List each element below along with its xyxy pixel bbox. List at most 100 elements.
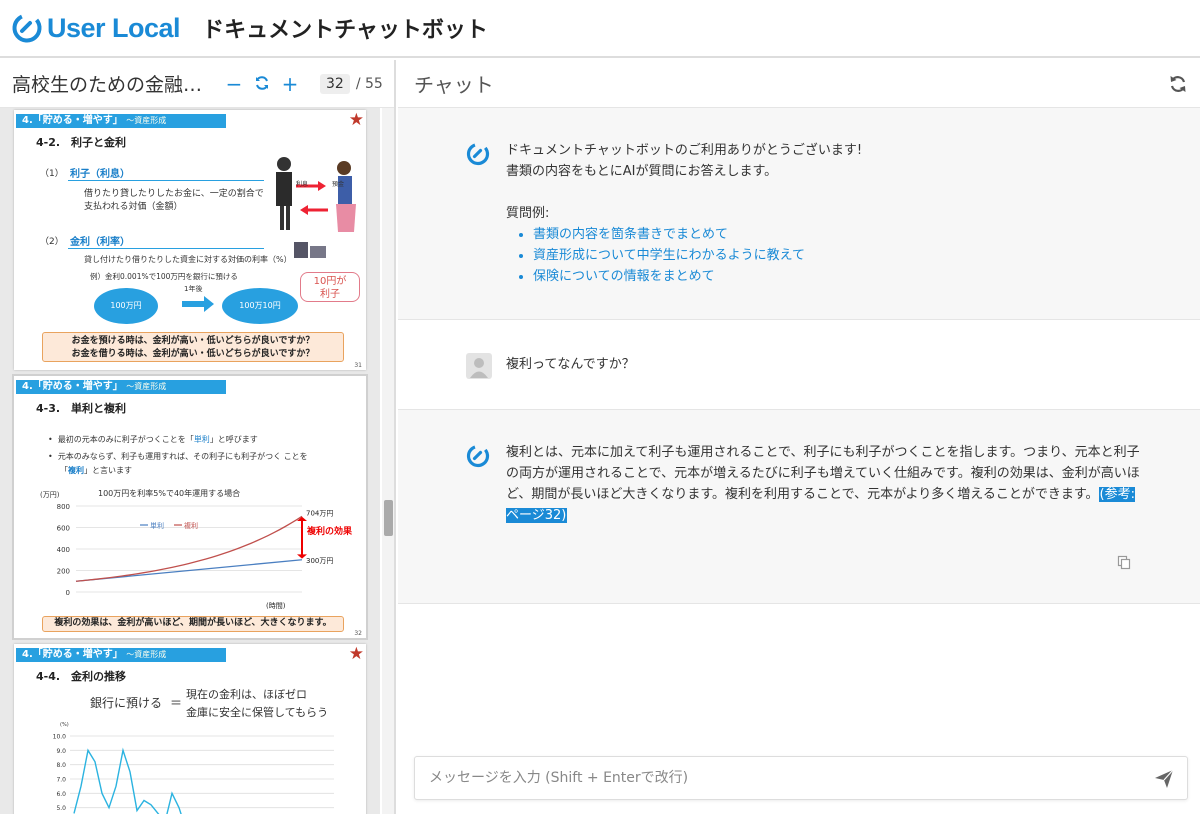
divider (68, 180, 264, 181)
compound-interest-chart: 0 200 400 600 800 単利 複利 704万円 300万円 複利の効果 (時間) (57, 503, 353, 610)
arrow-right-icon (182, 296, 214, 312)
amount-bubble: 100万円 (94, 288, 158, 324)
star-icon[interactable]: ★ (349, 644, 364, 664)
callout: 10円が 利子 (300, 272, 360, 302)
message-input[interactable] (415, 757, 1115, 799)
y-tick-label: 9.0 (56, 748, 66, 755)
slide-text: 利子（利息） (70, 169, 130, 180)
slide-text: • 最初の元本のみに利子がつくことを「単利」と呼びます (48, 435, 258, 444)
effect-label: 複利の効果 (306, 525, 353, 537)
page-thumbnails[interactable]: 4.「貯める・増やす」 ～資産形成 ★ 4-2. 利子と金利 （1） 利子（利息… (0, 108, 380, 814)
copy-icon[interactable] (1116, 554, 1132, 570)
slide-text: 利息 (296, 181, 309, 188)
star-icon[interactable]: ★ (349, 110, 364, 130)
slide-text: 「複利」と言います (60, 466, 132, 475)
logo-text: User Local (47, 12, 181, 43)
slide-text: (万円) (40, 491, 60, 499)
thumbnail-scrollbar[interactable] (382, 108, 394, 814)
slide-text: （2） (40, 237, 64, 247)
chart-title: 100万円を利率5%で40年運用する場合 (98, 489, 241, 498)
slide-band: 4.「貯める・増やす」 ～資産形成 (16, 114, 226, 128)
x-axis-label: (時間) (266, 602, 286, 610)
slide-thumbnail[interactable]: 4.「貯める・増やす」 ～資産形成 ★ 4-2. 利子と金利 （1） 利子（利息… (14, 110, 366, 370)
message-line: ドキュメントチャットボットのご利用ありがとうございます! (506, 143, 863, 158)
interest-rate-history-chart: 10.09.08.07.06.05.04.0 (53, 734, 334, 814)
zoom-out-button[interactable]: − (220, 72, 248, 96)
divider (68, 248, 264, 249)
slide-text: 金利（利率） (70, 237, 130, 248)
y-tick-label: 400 (57, 546, 70, 554)
app-title: ドキュメントチャットボット (202, 18, 488, 43)
end-label: 704万円 (306, 509, 333, 517)
answer-text: 複利とは、元本に加えて利子も運用されることで、利子にも利子がつくことを指します。… (506, 445, 1140, 502)
y-tick-label: 7.0 (56, 777, 66, 784)
slide-heading: 4-4. 金利の推移 (36, 670, 127, 683)
slide-text: 例）金利0.001%で100万円を銀行に預ける (90, 272, 238, 281)
slide-band: 4.「貯める・増やす」 ～資産形成 (16, 380, 226, 394)
slide-text: • 元本のみならず、利子も運用すれば、その利子にも利子がつく ことを (48, 452, 308, 461)
page-number-input[interactable]: 32 (320, 73, 350, 94)
bot-avatar-icon (466, 142, 490, 166)
slide-thumbnail[interactable]: 4.「貯める・増やす」 ～資産形成 ★ 4-4. 金利の推移 銀行に預ける ＝ … (14, 644, 366, 814)
bot-message: ドキュメントチャットボットのご利用ありがとうございます! 書類の内容をもとにAI… (398, 108, 1200, 320)
y-tick-label: 0 (66, 589, 70, 597)
bot-message: 複利とは、元本に加えて利子も運用されることで、利子にも利子がつくことを指します。… (398, 410, 1200, 604)
y-tick-label: 5.0 (56, 805, 66, 812)
userlocal-logo-icon (12, 13, 42, 43)
user-message: 複利ってなんですか？ (398, 320, 1200, 410)
page-total: / 55 (355, 75, 383, 92)
examples-label: 質問例: (506, 206, 550, 221)
chat-title: チャット (414, 73, 494, 97)
slide-text: （1） (40, 169, 64, 179)
example-question-link[interactable]: 書類の内容を箇条書きでまとめて (533, 224, 1146, 245)
scrollbar-thumb[interactable] (384, 500, 393, 536)
slide-text: 貸し付けたり借りたりした資金に対する対価の利率（%） (84, 255, 292, 264)
refresh-icon (256, 75, 268, 90)
bank-illustration-icon (276, 157, 356, 258)
slide-band: 4.「貯める・増やす」 ～資産形成 (16, 648, 226, 662)
document-panel: 高校生のための金融… − + 32 / 55 4.「貯める・増やす」 ～資産形成… (0, 60, 396, 814)
example-question-link[interactable]: 資産形成について中学生にわかるように教えて (533, 245, 1146, 266)
y-tick-label: 600 (57, 525, 70, 533)
example-list: 書類の内容を箇条書きでまとめて 資産形成について中学生にわかるように教えて 保険… (533, 224, 1146, 287)
refresh-chat-icon[interactable] (1168, 74, 1188, 94)
slide-text: (%) (60, 722, 69, 728)
slide-text: 金庫に安全に保管してもらう (186, 706, 329, 719)
send-icon[interactable] (1153, 768, 1175, 790)
slide-text: 預金 (332, 181, 345, 188)
slide-text: ＝ (170, 696, 183, 710)
slide-text: 現在の金利は、ほぼゼロ (186, 688, 307, 701)
rotate-button[interactable] (248, 72, 276, 96)
y-tick-label: 6.0 (56, 791, 66, 798)
logo[interactable]: User Local (12, 12, 181, 44)
legend-label: 複利 (184, 521, 198, 530)
chat-header: チャット (398, 60, 1200, 108)
slide-note: 複利の効果は、金利が高いほど、期間が長いほど、大きくなります。 (42, 616, 344, 632)
bot-avatar-icon (466, 444, 490, 468)
slide-text: 1年後 (184, 285, 203, 293)
rate-line (73, 747, 182, 814)
message-line: 書類の内容をもとにAIが質問にお答えします。 (506, 164, 778, 179)
user-avatar-icon (466, 353, 492, 379)
document-toolbar: 高校生のための金融… − + 32 / 55 (0, 60, 394, 108)
slide-thumbnail-selected[interactable]: 4.「貯める・増やす」 ～資産形成 4-3. 単利と複利 • 最初の元本のみに利… (12, 374, 368, 640)
bot-answer-text: 複利とは、元本に加えて利子も運用されることで、利子にも利子がつくことを指します。… (506, 442, 1146, 526)
top-bar: User Local ドキュメントチャットボット (0, 0, 1200, 58)
end-label: 300万円 (306, 557, 333, 565)
y-tick-label: 800 (57, 503, 70, 511)
slide-page-number: 31 (354, 362, 362, 369)
slide-note: お金を預ける時は、金利が高い・低いどちらが良いですか？ お金を借りる時は、金利が… (42, 332, 344, 362)
zoom-in-button[interactable]: + (276, 72, 304, 96)
example-question-link[interactable]: 保険についての情報をまとめて (533, 266, 1146, 287)
slide-text: 銀行に預ける (90, 696, 163, 710)
slide-page-number: 32 (354, 630, 362, 637)
slide-heading: 4-3. 単利と複利 (36, 402, 127, 415)
user-message-text: 複利ってなんですか？ (506, 357, 635, 372)
message-input-box (414, 756, 1188, 800)
slide-text: 借りたり貸したりしたお金に、一定の割合で (84, 189, 264, 199)
slide-heading: 4-2. 利子と金利 (36, 136, 127, 149)
slide-text: 支払われる対価（金額） (84, 202, 183, 212)
bot-message-text: ドキュメントチャットボットのご利用ありがとうございます! 書類の内容をもとにAI… (506, 140, 1146, 287)
y-tick-label: 200 (57, 568, 70, 576)
amount-bubble: 100万10円 (222, 288, 298, 324)
